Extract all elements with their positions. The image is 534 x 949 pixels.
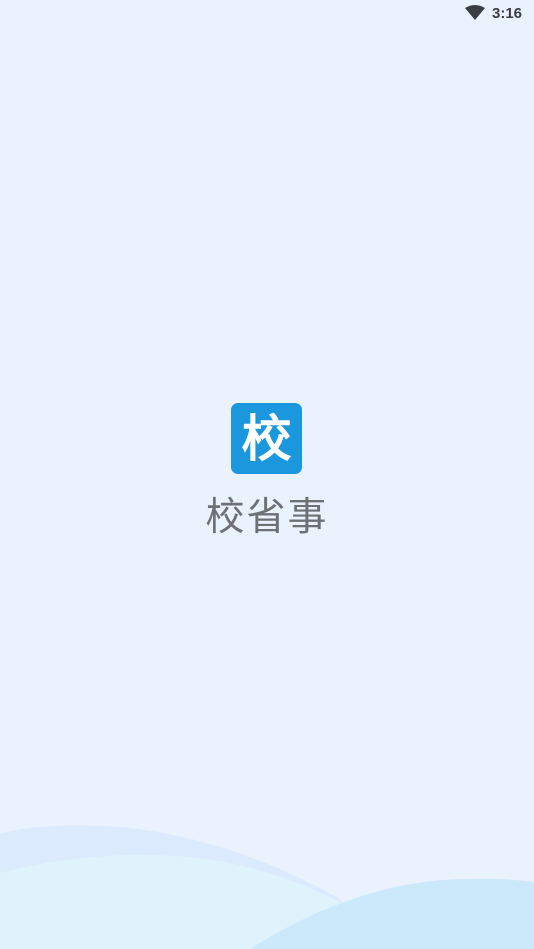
decorative-waves: [0, 825, 534, 949]
splash-screen: 校 校省事: [0, 0, 534, 949]
app-logo: 校: [231, 403, 302, 474]
app-name: 校省事: [205, 495, 329, 540]
app-logo-glyph: 校: [241, 409, 292, 468]
